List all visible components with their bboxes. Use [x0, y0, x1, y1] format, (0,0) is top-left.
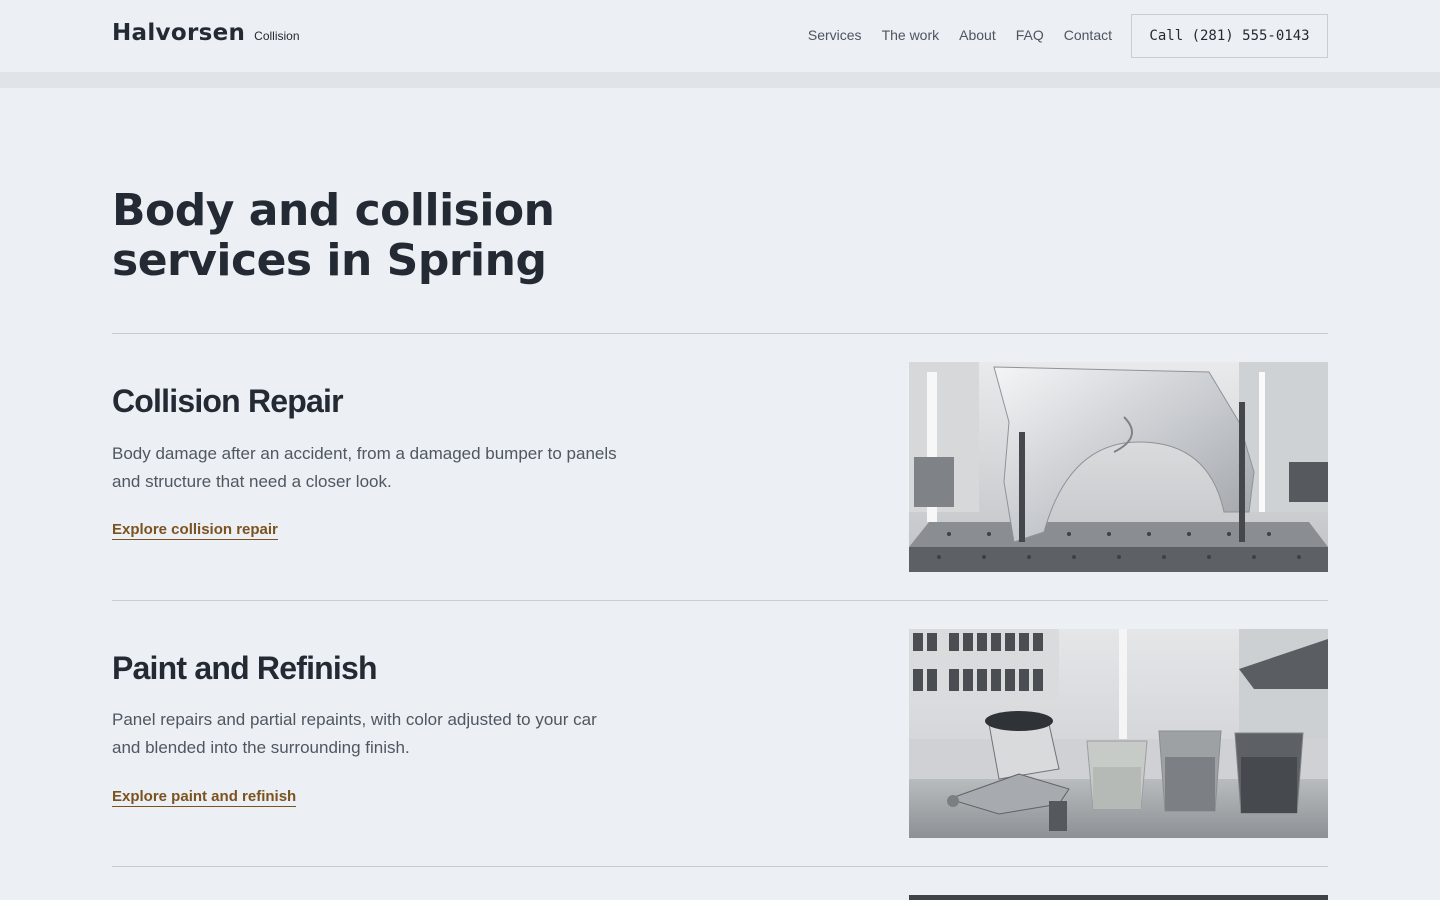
- nav-contact[interactable]: Contact: [1064, 27, 1112, 43]
- section-divider: [112, 866, 1328, 867]
- section-divider: [112, 333, 1328, 334]
- next-service-image: [909, 895, 1328, 900]
- service-description-collision: Body damage after an accident, from a da…: [112, 444, 617, 491]
- spray-gun-paint-cups-photo-icon: [909, 629, 1328, 838]
- explore-collision-link[interactable]: Explore collision repair: [112, 521, 278, 540]
- explore-paint-link[interactable]: Explore paint and refinish: [112, 788, 297, 807]
- main-nav: Services The work About FAQ Contact: [808, 27, 1112, 43]
- call-button[interactable]: Call (281) 555-0143: [1131, 14, 1328, 58]
- nav-about[interactable]: About: [959, 27, 996, 43]
- brand-subtitle: Collision: [254, 29, 300, 43]
- paint-refinish-image: [909, 629, 1328, 839]
- service-description-paint: Panel repairs and partial repaints, with…: [112, 710, 597, 757]
- page-title: Body and collision services in Spring: [112, 185, 555, 286]
- fender-on-jig-photo-icon: [909, 362, 1328, 572]
- nav-faq[interactable]: FAQ: [1016, 27, 1044, 43]
- header-divider-band: [0, 72, 1440, 88]
- service-title-collision: Collision Repair: [112, 383, 344, 419]
- nav-services[interactable]: Services: [808, 27, 862, 43]
- brand-logo[interactable]: Halvorsen Collision: [112, 20, 300, 46]
- brand-name: Halvorsen: [112, 20, 246, 46]
- service-title-paint: Paint and Refinish: [112, 650, 378, 686]
- section-divider: [112, 600, 1328, 601]
- collision-repair-image: [909, 362, 1328, 572]
- nav-the-work[interactable]: The work: [882, 27, 940, 43]
- site-header: Halvorsen Collision Services The work Ab…: [0, 0, 1440, 72]
